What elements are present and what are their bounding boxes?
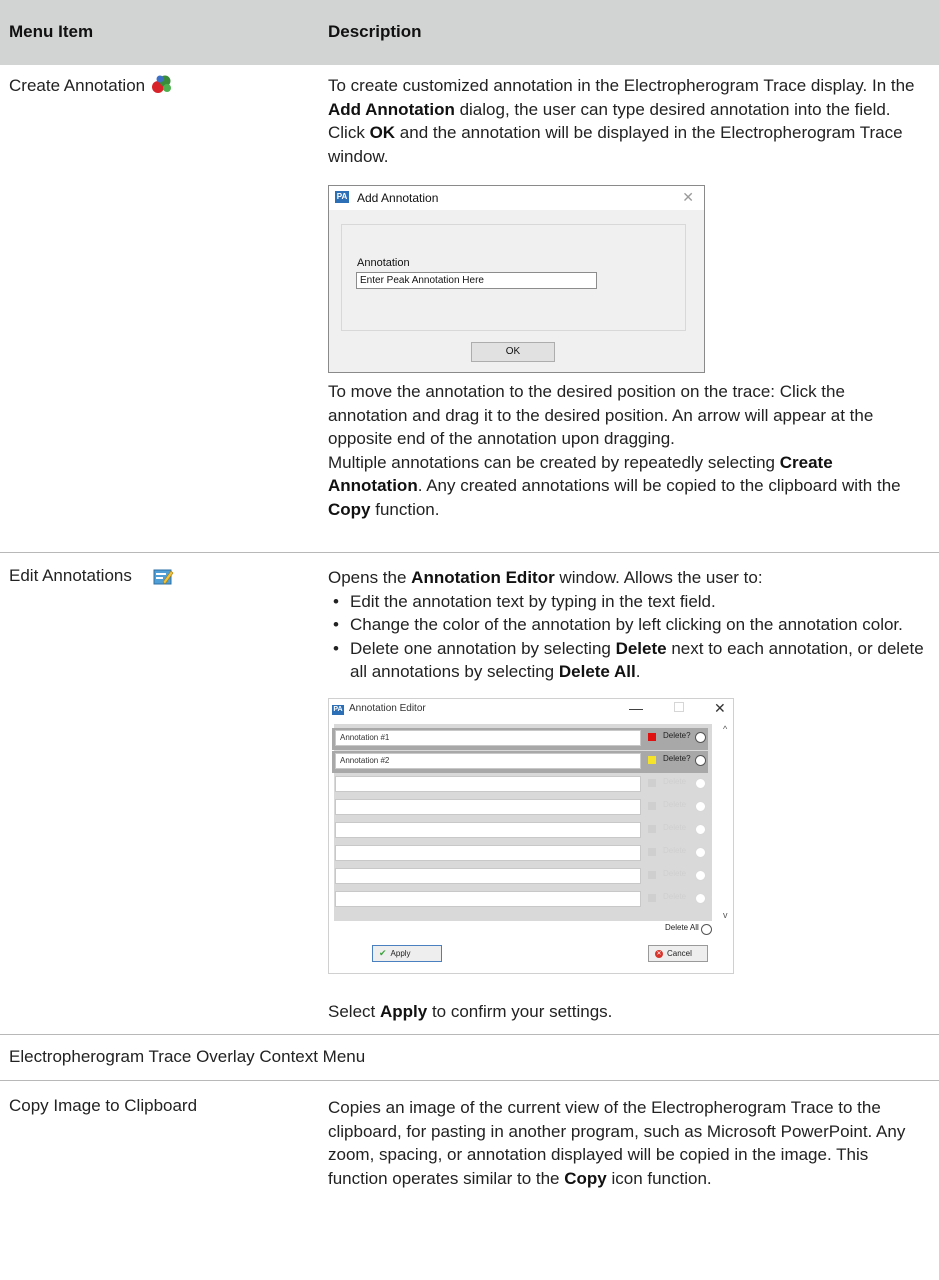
annotation-color-swatch[interactable] (648, 733, 656, 741)
annotation-color-swatch[interactable] (648, 825, 656, 833)
dialog-title: Annotation Editor (349, 703, 426, 714)
delete-label: Delete (663, 892, 687, 901)
delete-label: Delete (663, 800, 687, 809)
annotation-color-swatch[interactable] (648, 756, 656, 764)
close-icon[interactable]: ✕ (682, 189, 694, 206)
annotation-input[interactable]: Enter Peak Annotation Here (356, 272, 597, 289)
delete-radio[interactable] (695, 893, 706, 904)
list-item: Change the color of the annotation by le… (328, 613, 924, 637)
annotation-create-icon (152, 75, 171, 93)
list-item: Edit the annotation text by typing in th… (328, 590, 924, 614)
add-annotation-dialog: PA Add Annotation ✕ Annotation Enter Pea… (328, 185, 705, 373)
delete-radio[interactable] (695, 732, 706, 743)
delete-radio[interactable] (695, 870, 706, 881)
delete-radio[interactable] (695, 778, 706, 789)
table-row: Delete (332, 843, 708, 865)
annotation-color-swatch[interactable] (648, 871, 656, 879)
cancel-icon: ✕ (655, 949, 663, 958)
annotation-color-swatch[interactable] (648, 779, 656, 787)
list-item: Delete one annotation by selecting Delet… (328, 637, 924, 684)
scroll-up-icon[interactable]: ^ (723, 724, 727, 734)
maximize-icon[interactable] (674, 702, 684, 712)
row-label-edit-annotations: Edit Annotations (9, 566, 132, 585)
annotation-text-field[interactable]: Annotation #1 (335, 730, 641, 746)
table-row: Delete (332, 774, 708, 796)
delete-label: Delete (663, 777, 687, 786)
annotation-text-field[interactable] (335, 868, 641, 884)
table-header: Menu Item Description (0, 0, 939, 65)
app-logo-icon: PA (332, 705, 344, 715)
minimize-icon[interactable]: — (629, 700, 643, 716)
ok-button[interactable]: OK (471, 342, 555, 362)
edit-annotations-bullets: Edit the annotation text by typing in th… (328, 590, 924, 684)
delete-all-label: Delete All (665, 923, 699, 932)
annotation-text-field[interactable] (335, 799, 641, 815)
row-desc-edit-annotations: Opens the Annotation Editor window. Allo… (328, 566, 924, 684)
delete-label: Delete (663, 823, 687, 832)
annotation-text-field[interactable] (335, 845, 641, 861)
delete-radio[interactable] (695, 755, 706, 766)
table-row: Delete (332, 797, 708, 819)
close-icon[interactable]: ✕ (714, 700, 726, 717)
apply-button[interactable]: ✔ Apply (372, 945, 442, 962)
row-divider (0, 552, 939, 553)
annotation-editor-dialog: PA Annotation Editor — ✕ Annotation #1 De… (328, 698, 734, 974)
dialog-title: Add Annotation (357, 191, 439, 205)
row-desc-create-annotation: To create customized annotation in the E… (328, 74, 924, 168)
cancel-button[interactable]: ✕ Cancel (648, 945, 708, 962)
create-annotation-paragraph-1: To create customized annotation in the E… (328, 76, 915, 166)
row-label-create-annotation: Create Annotation (9, 76, 146, 95)
checkmark-icon: ✔ (379, 948, 387, 959)
delete-radio[interactable] (695, 801, 706, 812)
row-divider (0, 1034, 939, 1035)
annotation-text-field[interactable] (335, 776, 641, 792)
edit-annotations-intro: Opens the Annotation Editor window. Allo… (328, 568, 763, 587)
create-annotation-paragraph-3: Multiple annotations can be created by r… (328, 452, 901, 519)
annotation-edit-icon (153, 569, 174, 585)
section-label: Electropherogram Trace Overlay Context M… (9, 1047, 366, 1066)
delete-radio[interactable] (695, 824, 706, 835)
annotation-text-field[interactable]: Annotation #2 (335, 753, 641, 769)
delete-label: Delete (663, 846, 687, 855)
table-row: Annotation #2 Delete? (332, 751, 708, 773)
table-row: Delete (332, 889, 708, 911)
edit-annotations-outro-text: Select Apply to confirm your settings. (328, 1002, 613, 1021)
dialog-titlebar: PA Add Annotation ✕ (329, 186, 704, 210)
annotation-text-field[interactable] (335, 822, 641, 838)
table-row: Delete (332, 820, 708, 842)
table-row: Delete (332, 866, 708, 888)
edit-annotations-outro: Select Apply to confirm your settings. (328, 1000, 924, 1024)
row-label-copy-image: Copy Image to Clipboard (9, 1096, 198, 1115)
scroll-down-icon[interactable]: v (723, 910, 728, 920)
row-desc-copy-image: Copies an image of the current view of t… (328, 1096, 924, 1190)
delete-label: Delete? (663, 754, 691, 763)
header-menu-item: Menu Item (9, 22, 94, 41)
delete-label: Delete? (663, 731, 691, 740)
copy-image-description: Copies an image of the current view of t… (328, 1098, 906, 1188)
app-logo-icon: PA (335, 191, 349, 203)
create-annotation-paragraph-2: To move the annotation to the desired po… (328, 382, 874, 448)
annotation-color-swatch[interactable] (648, 848, 656, 856)
annotation-field-label: Annotation (357, 257, 410, 269)
annotation-color-swatch[interactable] (648, 894, 656, 902)
annotation-text-field[interactable] (335, 891, 641, 907)
cancel-label: Cancel (667, 949, 692, 958)
row-desc-create-annotation-continued: To move the annotation to the desired po… (328, 380, 924, 521)
header-description: Description (328, 22, 422, 41)
annotation-color-swatch[interactable] (648, 802, 656, 810)
row-divider (0, 1080, 939, 1081)
delete-label: Delete (663, 869, 687, 878)
apply-label: Apply (390, 949, 411, 958)
delete-all-radio[interactable] (701, 924, 712, 935)
table-row: Annotation #1 Delete? (332, 728, 708, 750)
delete-radio[interactable] (695, 847, 706, 858)
